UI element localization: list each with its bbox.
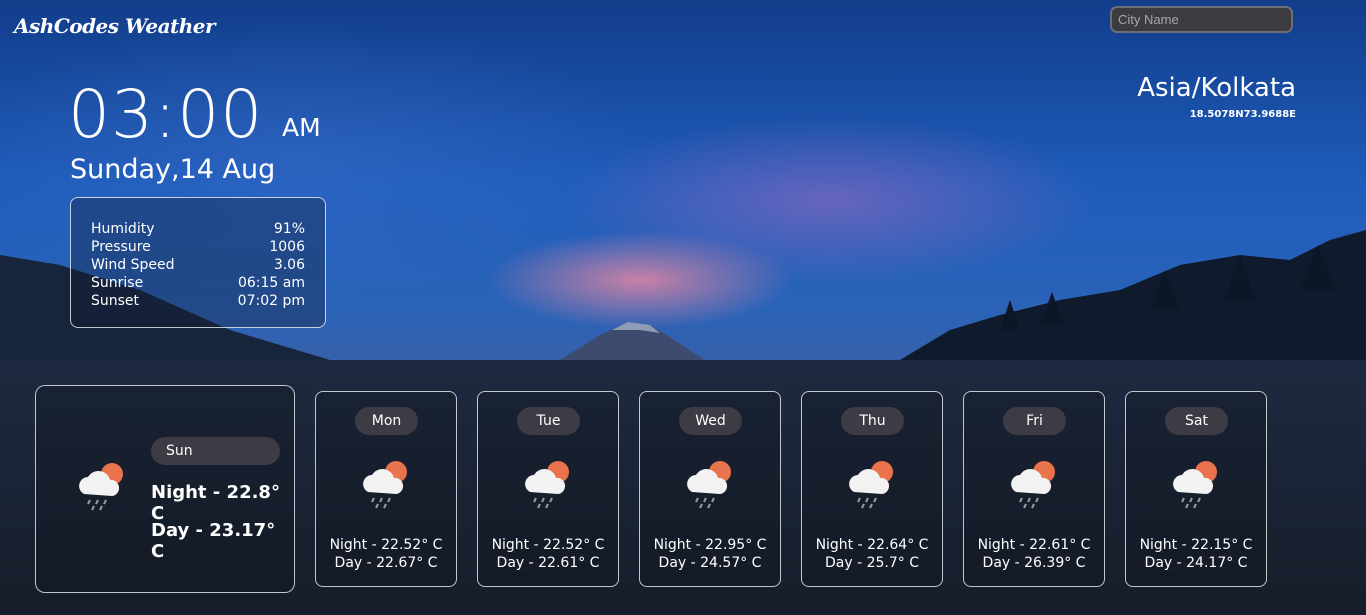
day-pill: Tue xyxy=(517,407,580,435)
weather-details-panel: Humidity 91% Pressure 1006 Wind Speed 3.… xyxy=(70,197,326,328)
forecast-temps: Night - 22.52° C Day - 22.67° C xyxy=(316,536,456,572)
detail-sunset: Sunset 07:02 pm xyxy=(91,292,305,310)
day-temp: Day - 26.39° C xyxy=(982,555,1086,571)
cloud-sun-rain-icon xyxy=(1011,461,1055,509)
detail-wind-speed: Wind Speed 3.06 xyxy=(91,256,305,274)
detail-label: Pressure xyxy=(91,239,151,255)
day-temp: Day - 23.17° C xyxy=(151,520,276,562)
forecast-temps: Night - 22.64° C Day - 25.7° C xyxy=(802,536,942,572)
forecast-temps: Night - 22.95° C Day - 24.57° C xyxy=(640,536,780,572)
cloud-sun-rain-icon xyxy=(525,461,569,509)
night-temp: Night - 22.64° C xyxy=(815,537,929,553)
detail-value: 91% xyxy=(273,221,305,237)
forecast-card-thu: Thu Night - 22.64° C Day - 25.7° C xyxy=(801,391,943,587)
day-pill: Wed xyxy=(679,407,742,435)
forecast-card-sat: Sat Night - 22.15° C Day - 24.17° C xyxy=(1125,391,1267,587)
forecast-temps: Night - 22.61° C Day - 26.39° C xyxy=(964,536,1104,572)
day-temp: Day - 22.67° C xyxy=(334,555,438,571)
cloud-sun-rain-icon xyxy=(79,463,123,511)
cloud-sun-rain-icon xyxy=(849,461,893,509)
detail-value: 06:15 am xyxy=(237,275,305,291)
city-search-input[interactable] xyxy=(1110,6,1293,33)
detail-value: 3.06 xyxy=(273,257,305,273)
current-time: 03:00 xyxy=(68,76,264,153)
detail-pressure: Pressure 1006 xyxy=(91,238,305,256)
detail-value: 07:02 pm xyxy=(237,293,305,309)
night-temp: Night - 22.52° C xyxy=(329,537,443,553)
forecast-card-fri: Fri Night - 22.61° C Day - 26.39° C xyxy=(963,391,1105,587)
night-temp: Night - 22.52° C xyxy=(491,537,605,553)
day-pill: Thu xyxy=(841,407,904,435)
detail-label: Humidity xyxy=(91,221,155,237)
detail-label: Sunrise xyxy=(91,275,144,291)
forecast-card-tue: Tue Night - 22.52° C Day - 22.61° C xyxy=(477,391,619,587)
detail-label: Wind Speed xyxy=(91,257,175,273)
night-temp: Night - 22.15° C xyxy=(1139,537,1253,553)
coordinates-label: 18.5078N73.9688E xyxy=(1189,109,1296,120)
am-pm-label: AM xyxy=(282,113,321,142)
forecast-temps: Night - 22.52° C Day - 22.61° C xyxy=(478,536,618,572)
day-pill: Mon xyxy=(355,407,418,435)
day-temp: Day - 25.7° C xyxy=(825,555,919,571)
forecast-card-mon: Mon Night - 22.52° C Day - 22.67° C xyxy=(315,391,457,587)
day-temp: Day - 24.17° C xyxy=(1144,555,1248,571)
forecast-card-wed: Wed Night - 22.95° C Day - 24.57° C xyxy=(639,391,781,587)
day-temp: Day - 22.61° C xyxy=(496,555,600,571)
current-date: Sunday,14 Aug xyxy=(70,154,276,185)
day-temp: Day - 24.57° C xyxy=(658,555,762,571)
day-pill: Sat xyxy=(1165,407,1228,435)
day-pill: Sun xyxy=(151,437,280,465)
night-temp: Night - 22.61° C xyxy=(977,537,1091,553)
app-logo: AshCodes Weather xyxy=(14,14,216,38)
cloud-sun-rain-icon xyxy=(1173,461,1217,509)
detail-sunrise: Sunrise 06:15 am xyxy=(91,274,305,292)
timezone-label: Asia/Kolkata xyxy=(1137,73,1296,103)
day-pill: Fri xyxy=(1003,407,1066,435)
cloud-sun-rain-icon xyxy=(363,461,407,509)
detail-label: Sunset xyxy=(91,293,140,309)
detail-humidity: Humidity 91% xyxy=(91,220,305,238)
night-temp: Night - 22.8° C xyxy=(151,482,280,524)
detail-value: 1006 xyxy=(269,239,305,255)
today-forecast-card: Sun Night - 22.8° C Day - 23.17° C xyxy=(35,385,295,593)
cloud-sun-rain-icon xyxy=(687,461,731,509)
forecast-temps: Night - 22.15° C Day - 24.17° C xyxy=(1126,536,1266,572)
night-temp: Night - 22.95° C xyxy=(653,537,767,553)
